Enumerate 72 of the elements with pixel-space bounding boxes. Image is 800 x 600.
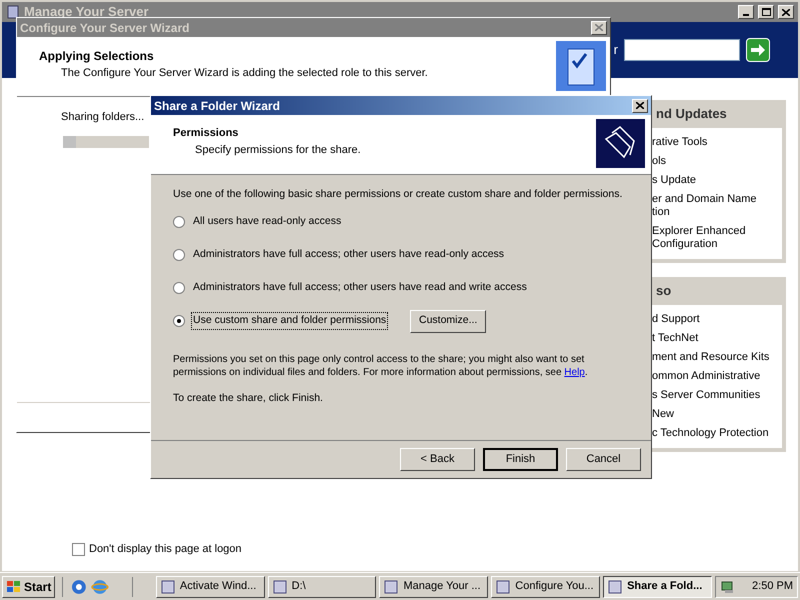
close-button[interactable] [632, 98, 648, 112]
wizard-button[interactable]: < Back [400, 448, 475, 471]
browser-icon[interactable] [70, 578, 88, 596]
panel-link[interactable]: er and Domain Name tion [652, 193, 782, 219]
intro-text: Use one of the following basic share permissions or create custom share and folder permissions. [173, 187, 624, 202]
taskbar-button[interactable]: Share a Fold... [603, 576, 712, 598]
panel-link[interactable]: ment and Resource Kits [652, 351, 782, 364]
status-text: Sharing folders... [61, 110, 146, 125]
permissions-note: Permissions you set on this page only control access to the share; you might also want to set permissions on individual files and folders. For more information about permissions, see Help. [173, 352, 589, 379]
wizard-button[interactable]: Finish [483, 448, 558, 471]
radio-label[interactable]: All users have read-only access [191, 214, 344, 230]
panel-link[interactable]: ommon Administrative [652, 370, 782, 383]
go-button[interactable] [746, 38, 770, 62]
window-title: Configure Your Server Wizard [20, 20, 190, 36]
server-icon [6, 5, 20, 19]
panel-link[interactable]: d Support [652, 313, 782, 326]
window-title: Share a Folder Wizard [154, 98, 280, 114]
wizard-subtitle: The Configure Your Server Wizard is adding the selected role to this server. [60, 66, 428, 81]
panel-link[interactable]: t TechNet [652, 332, 782, 345]
panel-heading: so [656, 282, 672, 300]
folders-icon [596, 119, 645, 168]
radio-button[interactable] [173, 249, 185, 262]
taskbar-button[interactable]: Configure You... [491, 576, 600, 598]
close-button[interactable] [591, 20, 607, 34]
clock: 2:50 PM [752, 579, 793, 594]
windows-logo-icon [6, 580, 22, 594]
panel-link[interactable]: Explorer Enhanced Configuration [652, 225, 782, 251]
window-icon [495, 578, 512, 594]
close-button[interactable] [778, 5, 794, 19]
panel-link[interactable]: c Technology Protection [652, 427, 782, 440]
panel-link[interactable]: s Server Communities [652, 389, 782, 402]
checklist-icon [556, 41, 606, 91]
panel-link[interactable]: ols [652, 155, 782, 168]
window-icon [607, 578, 624, 594]
radio-label[interactable]: Administrators have full access; other users have read and write access [191, 280, 529, 296]
arrow-right-icon [750, 43, 766, 57]
radio-label[interactable]: Administrators have full access; other users have read-only access [191, 247, 506, 264]
close-icon [595, 24, 603, 31]
panel-link[interactable]: s Update [652, 174, 782, 187]
panel-link[interactable]: rative Tools [652, 136, 782, 149]
checkbox-label: Don't display this page at logon [89, 542, 242, 557]
search-field[interactable] [624, 39, 740, 61]
finish-note: To create the share, click Finish. [173, 390, 324, 406]
checkbox[interactable] [72, 542, 85, 556]
maximize-icon [762, 8, 770, 16]
radio-button[interactable] [173, 282, 185, 294]
maximize-button[interactable] [758, 5, 774, 19]
customize-button[interactable]: Customize... [410, 310, 486, 333]
taskbar-button[interactable]: D:\ [268, 576, 376, 598]
radio-label[interactable]: Use custom share and folder permissions [191, 312, 388, 330]
window-icon [272, 578, 288, 594]
close-icon [782, 8, 790, 16]
window-icon [160, 578, 176, 594]
panel-heading: nd Updates [656, 105, 727, 124]
radio-button[interactable] [173, 216, 185, 228]
help-link[interactable]: Help [564, 366, 585, 378]
close-icon [636, 102, 644, 109]
wizard-subtitle: Specify permissions for the share. [194, 142, 361, 158]
wizard-heading: Applying Selections [39, 48, 155, 65]
search-label: r [614, 41, 618, 60]
minimize-icon [743, 14, 749, 16]
wizard-heading: Permissions [173, 126, 240, 141]
window-icon [383, 578, 400, 594]
wizard-button[interactable]: Cancel [566, 448, 641, 471]
start-button[interactable]: Start [2, 576, 56, 598]
window-title: Manage Your Server [24, 3, 149, 22]
panel-link[interactable]: New [652, 408, 782, 421]
taskbar-button[interactable]: Activate Wind... [156, 576, 265, 598]
network-icon[interactable] [720, 578, 736, 594]
taskbar-button[interactable]: Manage Your ... [379, 576, 488, 598]
minimize-button[interactable] [738, 5, 754, 19]
radio-button[interactable] [173, 315, 185, 328]
